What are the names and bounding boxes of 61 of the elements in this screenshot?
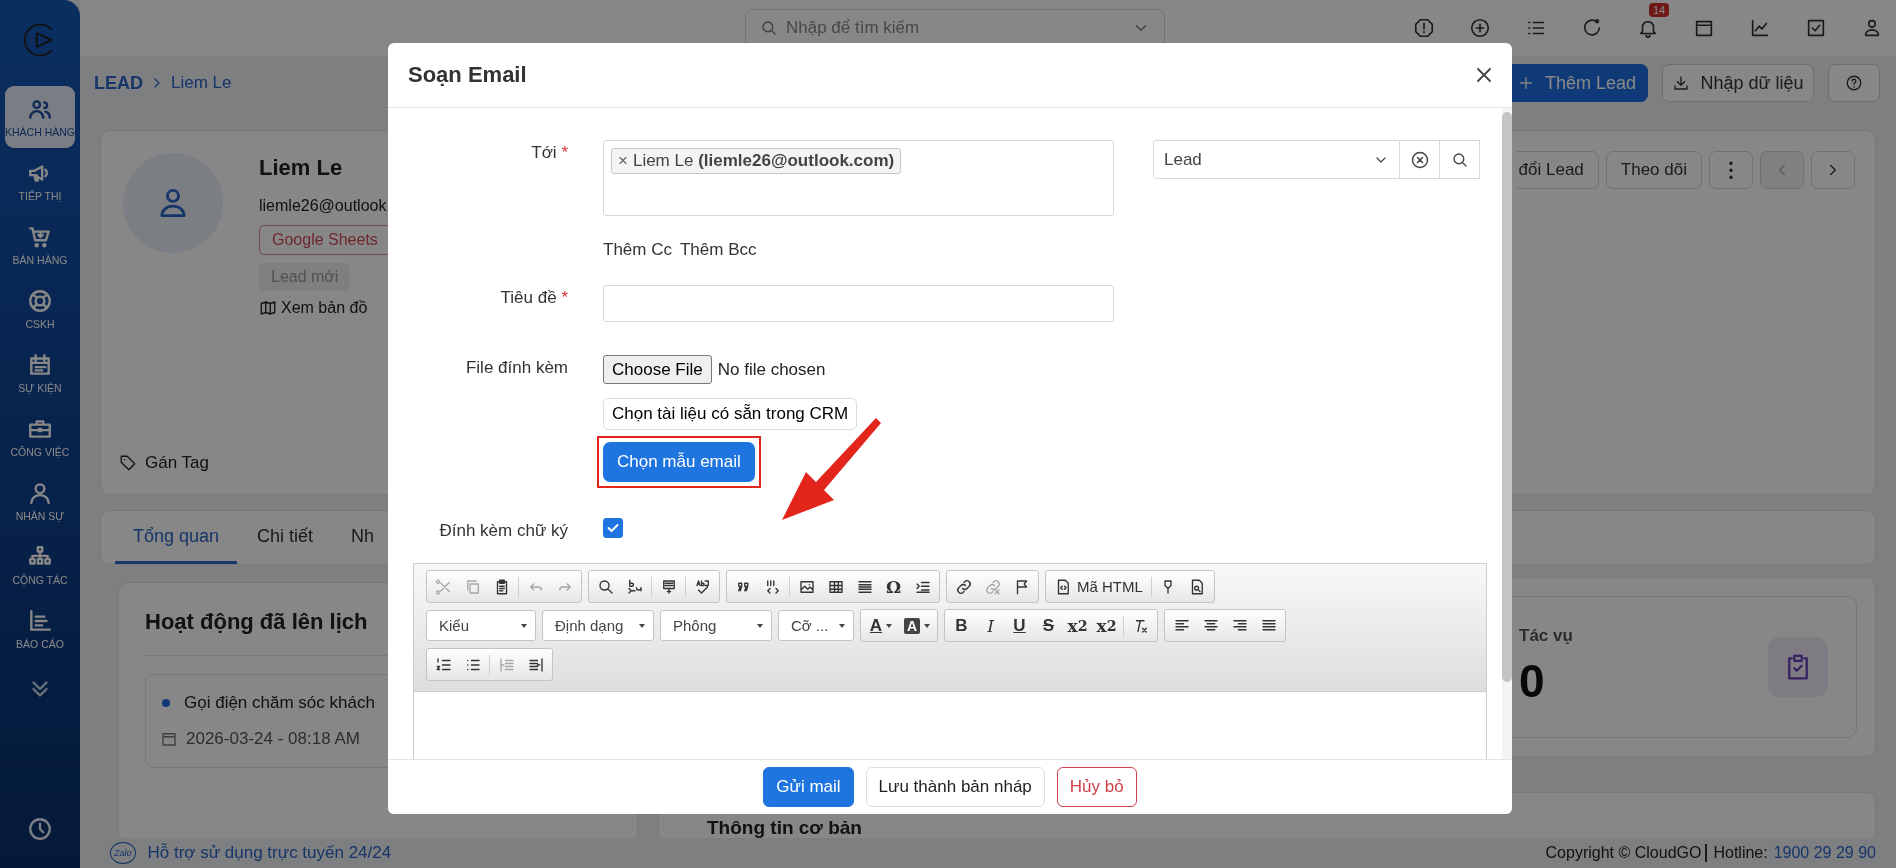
field-label: Tiêu đề * (499, 287, 568, 308)
convert-lead-button[interactable]: đổi Lead (1516, 151, 1599, 189)
sidebar-item[interactable]: CSKH (5, 278, 75, 340)
event-title: Gọi điện chăm sóc khách (184, 693, 375, 713)
notification-badge: 14 (1649, 3, 1670, 17)
dropdown[interactable]: Kiểu (426, 610, 536, 641)
hotline-link[interactable]: 1900 29 29 90 (1773, 844, 1876, 862)
field-label: Đính kèm chữ ký (438, 520, 568, 541)
choose-file-button[interactable]: Choose File (603, 355, 712, 384)
breadcrumb-current: Liem Le (171, 73, 232, 93)
record-type-select[interactable]: Lead (1153, 140, 1400, 179)
sidebar-item[interactable]: SỰ KIỆN (5, 342, 75, 404)
stat-value: 0 (1519, 654, 1546, 708)
assign-tag-text[interactable]: Gán Tag (145, 453, 209, 473)
hotline-label: Hotline: (1713, 844, 1768, 862)
follow-button[interactable]: Theo dõi (1605, 151, 1702, 189)
sidebar-item[interactable]: CÔNG VIỆC (5, 406, 75, 468)
send-button[interactable]: Gửi mail (763, 767, 854, 807)
tab[interactable]: Chi tiết (239, 511, 332, 564)
sidebar-item[interactable]: BÁN HÀNG (5, 214, 75, 276)
remove-button[interactable]: × (618, 151, 628, 171)
lead-email: liemle26@outlook (259, 197, 387, 215)
format-button[interactable]: B (947, 611, 976, 640)
sidebar-item[interactable]: NHÂN SỰ (5, 470, 75, 532)
format-button[interactable]: Ω (879, 572, 908, 601)
support-link[interactable]: Hỗ trợ sử dụng trực tuyến 24/24 (147, 843, 392, 863)
field-label: File đính kèm (464, 357, 568, 378)
cc-link[interactable]: Thêm Bcc (679, 240, 757, 260)
field-label: Tới * (530, 142, 568, 163)
import-button[interactable]: Nhập dữ liệu (1662, 64, 1814, 102)
tab[interactable]: Nh (333, 511, 393, 564)
stat-label: Tác vụ (1519, 626, 1573, 646)
sidebar-item[interactable]: CỘNG TÁC (5, 534, 75, 596)
dialog-title: Soạn Email (408, 62, 527, 88)
format-button[interactable]: U (1005, 611, 1034, 640)
text-color-button[interactable]: A (863, 611, 899, 640)
event-datetime: 2026-03-24 - 08:18 AM (186, 729, 360, 749)
sidebar-item[interactable]: KHÁCH HÀNG (5, 86, 75, 148)
breadcrumb-link[interactable]: LEAD (94, 72, 143, 94)
sidebar-item[interactable]: TIẾP THỊ (5, 150, 75, 212)
dropdown[interactable]: Định dạng (542, 610, 654, 641)
map-link-text[interactable]: Xem bản đồ (281, 299, 368, 317)
format-button[interactable]: S (1034, 611, 1063, 640)
sidebar-item[interactable]: BÁO CÁO (5, 598, 75, 660)
card-title: Thông tin cơ bản (707, 817, 862, 838)
file-status: No file chosen (717, 359, 826, 380)
format-button[interactable]: I (976, 611, 1005, 640)
tab[interactable]: Tổng quan (115, 511, 238, 564)
background-color-button[interactable]: A (899, 611, 935, 640)
dropdown[interactable]: Phông (660, 610, 772, 641)
cc-link[interactable]: Thêm Cc (603, 240, 672, 260)
recipient-field[interactable]: × Liem Le (liemle26@outlook.com) (603, 140, 1114, 216)
dropdown[interactable]: Cỡ ... (778, 610, 854, 641)
cancel-button[interactable]: Hủy bỏ (1056, 767, 1137, 807)
lead-name: Liem Le (259, 155, 343, 181)
source-label: Mã HTML (1077, 578, 1143, 595)
crm-document-button[interactable]: Chọn tài liệu có sẵn trong CRM (603, 398, 858, 430)
email-template-button[interactable]: Chọn mẫu email (603, 442, 755, 482)
copyright-text: Copyright © CloudGO (1545, 844, 1708, 862)
save-draft-button[interactable]: Lưu thành bản nháp (865, 767, 1045, 807)
recipient-chip: × Liem Le (liemle26@outlook.com) (611, 148, 902, 174)
